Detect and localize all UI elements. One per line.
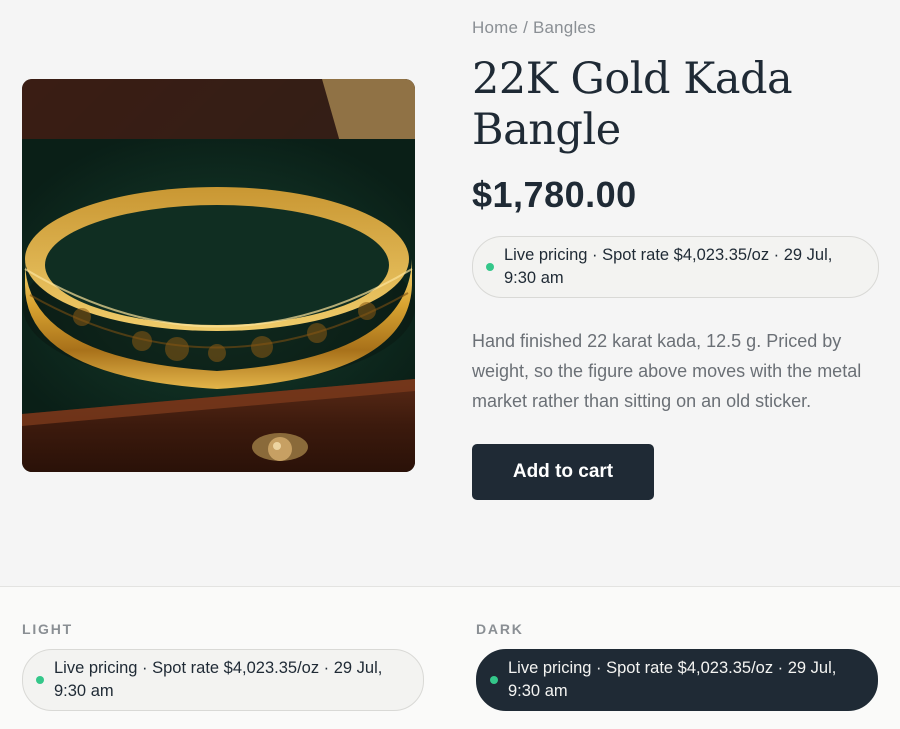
dark-variant-label: DARK <box>476 621 524 637</box>
breadcrumb-home-link[interactable]: Home <box>472 18 518 37</box>
product-price: $1,780.00 <box>472 174 637 215</box>
product-description: Hand finished 22 karat kada, 12.5 g. Pri… <box>472 331 862 411</box>
product-details: Home / Bangles 22K Gold Kada Bangle $1,7… <box>472 16 882 500</box>
light-variant-label: LIGHT <box>22 621 73 637</box>
live-pricing-badge: Live pricing · Spot rate $4,023.35/oz · … <box>472 236 879 298</box>
product-section: Home / Bangles 22K Gold Kada Bangle $1,7… <box>0 0 900 586</box>
dark-live-pricing-text: Live pricing · Spot rate $4,023.35/oz · … <box>508 659 837 700</box>
dark-live-pricing-badge: Live pricing · Spot rate $4,023.35/oz · … <box>476 649 878 711</box>
light-live-pricing-badge: Live pricing · Spot rate $4,023.35/oz · … <box>22 649 424 711</box>
badge-theme-previews: LIGHT Live pricing · Spot rate $4,023.35… <box>0 586 900 729</box>
breadcrumb: Home / Bangles <box>472 16 882 40</box>
breadcrumb-separator: / <box>518 18 533 37</box>
light-live-pricing-text: Live pricing · Spot rate $4,023.35/oz · … <box>54 659 383 700</box>
product-title: 22K Gold Kada Bangle <box>472 54 793 155</box>
dark-variant: DARK Live pricing · Spot rate $4,023.35/… <box>476 621 878 711</box>
bangle-illustration <box>22 79 415 472</box>
add-to-cart-button[interactable]: Add to cart <box>472 444 654 500</box>
live-status-dot-icon <box>490 676 498 684</box>
light-variant: LIGHT Live pricing · Spot rate $4,023.35… <box>22 621 424 711</box>
breadcrumb-current-link[interactable]: Bangles <box>533 18 596 37</box>
product-image[interactable] <box>22 79 415 472</box>
live-status-dot-icon <box>36 676 44 684</box>
live-pricing-text: Live pricing · Spot rate $4,023.35/oz · … <box>504 246 833 287</box>
live-status-dot-icon <box>486 263 494 271</box>
